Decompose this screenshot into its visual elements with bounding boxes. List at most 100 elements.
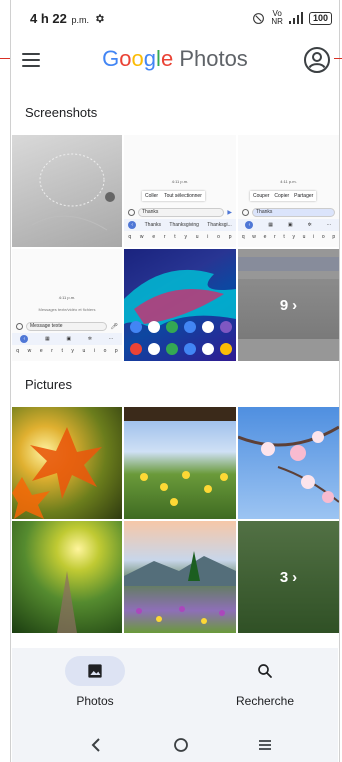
keyboard-key: t <box>174 234 176 240</box>
picture-thumbnail-1[interactable] <box>12 407 122 519</box>
more-icon: ⋯ <box>108 336 114 342</box>
logo-letter: e <box>160 46 174 71</box>
status-bar: 4 h 22 p.m. Vo NR 100 <box>12 0 338 36</box>
screenshot-2-context-menu: Coller Tout sélectionner <box>142 191 205 201</box>
battery-indicator: 100 <box>308 11 332 25</box>
more-pictures-overlay[interactable]: 3 › <box>238 521 339 633</box>
status-time-value: 4 h 22 <box>30 10 67 26</box>
keyboard-key: p <box>114 348 118 354</box>
context-action-cut: Couper <box>253 193 270 199</box>
screenshot-3-toolbar: ‹ ▦ ▣ ✲ ⋯ <box>238 219 339 231</box>
logo-photos: Photos <box>179 46 248 71</box>
screenshot-2-input: Thanks ▶ <box>124 205 236 219</box>
screenshot-4-message-placeholder: Message texte <box>26 321 108 331</box>
photo-icon <box>88 664 102 678</box>
screenshot-4-toolbar: ‹ ▦ ▣ ✲ ⋯ <box>12 333 122 345</box>
screenshot-2-key-row: qwertyuiop <box>124 231 236 243</box>
nav-tab-search[interactable]: Recherche <box>205 656 325 708</box>
suggestion-1: Thanks <box>144 222 162 228</box>
screenshot-4-key-row: qwertyuiop <box>12 345 122 357</box>
keyboard-key: e <box>39 348 43 354</box>
picture-thumbnail-3[interactable] <box>238 407 339 519</box>
screenshot-2-keyboard: Thanks ▶ ‹ Thanks Thanksgiving Thanksgi.… <box>124 205 236 243</box>
search-icon <box>258 664 272 678</box>
account-button[interactable] <box>303 46 331 74</box>
screenshot-thumbnail-6[interactable]: 9 › <box>238 249 339 361</box>
screenshot-thumbnail-1[interactable] <box>12 135 122 247</box>
add-icon <box>242 208 249 216</box>
status-left: 4 h 22 p.m. <box>30 11 105 26</box>
keyboard-key: q <box>128 234 132 240</box>
settings-gear-icon <box>96 13 104 23</box>
screenshot-2-time: 4:11 p.m. <box>171 179 189 184</box>
account-icon <box>304 47 330 73</box>
system-home-button[interactable] <box>169 734 193 756</box>
screenshot-4-notice: Messages texte/vidéo et fichiers <box>38 307 96 312</box>
suggestion-arrow-icon: ‹ <box>128 221 137 229</box>
nav-photos-indicator <box>65 656 125 686</box>
settings-icon: ✲ <box>87 336 92 342</box>
screenshot-2-field-text: Thanks <box>138 207 225 217</box>
section-title-pictures: Pictures <box>25 377 72 392</box>
section-title-screenshots: Screenshots <box>25 105 98 120</box>
picture-thumbnail-4[interactable] <box>12 521 122 633</box>
status-right: Vo NR 100 <box>252 10 332 26</box>
keyboard-key: w <box>252 234 256 240</box>
chevron-right-icon: › <box>292 296 298 314</box>
keyboard-key: o <box>321 234 325 240</box>
picture-thumbnail-5[interactable] <box>124 521 236 633</box>
chevron-right-icon: › <box>292 568 298 586</box>
keyboard-key: i <box>313 234 315 240</box>
screenshot-4-keyboard: Message texte 🎤︎ ‹ ▦ ▣ ✲ ⋯ q w e r t y u i o p <box>12 319 122 357</box>
screenshot-3-input: Thanks <box>238 205 339 219</box>
nfc-icon <box>253 12 265 24</box>
keyboard-key: u <box>82 348 86 354</box>
logo-letter: o <box>119 46 132 71</box>
keyboard-key: u <box>195 234 199 240</box>
screenshot-thumbnail-2[interactable]: 4:11 p.m. Coller Tout sélectionner Thank… <box>124 135 236 247</box>
nav-tab-photos[interactable]: Photos <box>35 656 155 708</box>
gif-icon: ▦ <box>44 336 50 342</box>
back-icon <box>91 738 100 752</box>
frame-line-right <box>339 0 340 762</box>
screenshot-4-time: 4:11 p.m. <box>58 295 76 300</box>
screenshot-thumbnail-4[interactable]: 4:11 p.m. Messages texte/vidéo et fichie… <box>12 249 122 361</box>
more-screenshots-overlay[interactable]: 9 › <box>238 249 339 361</box>
mountain-meadow-art <box>124 551 236 624</box>
settings-icon: ✲ <box>307 222 312 228</box>
home-icon <box>174 738 188 752</box>
keyboard-key: w <box>139 234 144 240</box>
maple-leaves-art <box>12 427 102 519</box>
status-time: 4 h 22 p.m. <box>30 11 89 26</box>
picture-thumbnail-2[interactable] <box>124 407 236 519</box>
suggestion-2: Thanksgiving <box>169 222 199 228</box>
context-action-select-all: Tout sélectionner <box>164 193 202 199</box>
keyboard-key: t <box>283 234 285 240</box>
flowers-roof-art <box>124 407 236 506</box>
more-pictures-count: 3 <box>279 568 289 586</box>
keyboard-key: o <box>217 234 220 240</box>
wallpaper-art <box>124 269 236 355</box>
picture-thumbnail-6[interactable]: 3 › <box>238 521 339 633</box>
network-nr: NR <box>271 17 283 26</box>
more-icon: ⋯ <box>326 222 332 228</box>
signal-icon <box>288 12 303 24</box>
keyboard-key: p <box>228 234 232 240</box>
screenshot-thumbnail-5[interactable] <box>124 249 236 361</box>
screenshot-3-key-row: q w e r t y u io p <box>238 231 339 243</box>
system-recents-button[interactable] <box>253 734 277 756</box>
logo-google: Google <box>102 46 173 71</box>
keyboard-key: y <box>71 348 74 354</box>
logo-letter: o <box>131 46 144 71</box>
keyboard-key: y <box>184 234 187 240</box>
keyboard-key: o <box>103 348 107 354</box>
frame-line-left <box>10 0 11 762</box>
status-ampm: p.m. <box>71 14 89 25</box>
screenshot-2-suggestions: ‹ Thanks Thanksgiving Thanksgi... <box>124 219 236 231</box>
keyboard-key: e <box>152 234 156 240</box>
screenshot-thumbnail-3[interactable]: 4:11 p.m. Couper Copier Partager Thanks … <box>238 135 339 247</box>
keyboard-key: q <box>241 234 245 240</box>
clipboard-icon: ▣ <box>66 336 72 342</box>
system-back-button[interactable] <box>84 734 108 756</box>
logo-letter: g <box>143 46 157 71</box>
